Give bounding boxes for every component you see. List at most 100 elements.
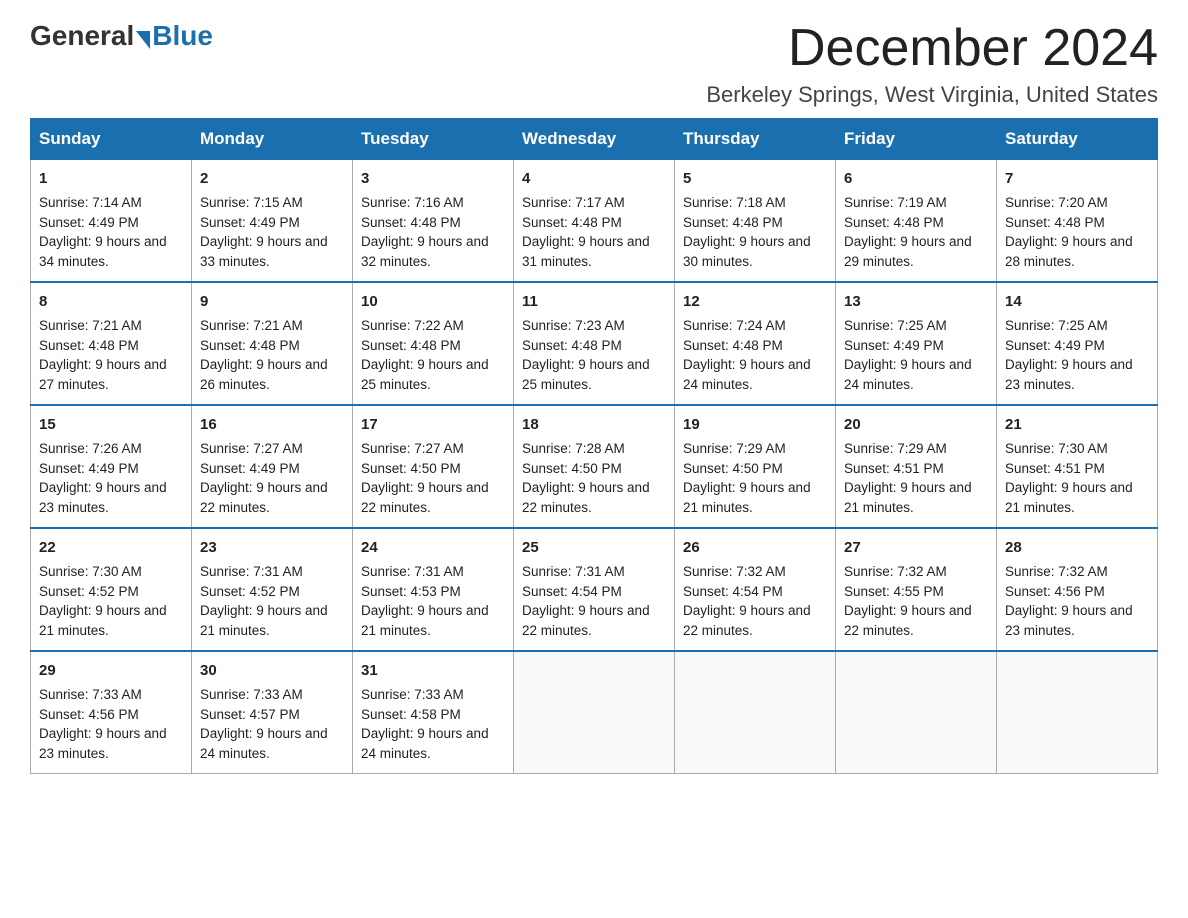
daylight-text: Daylight: 9 hours and 24 minutes. [844, 355, 988, 394]
daylight-text: Daylight: 9 hours and 21 minutes. [39, 601, 183, 640]
sunrise-text: Sunrise: 7:24 AM [683, 316, 827, 336]
sunset-text: Sunset: 4:54 PM [522, 582, 666, 602]
sunrise-text: Sunrise: 7:32 AM [1005, 562, 1149, 582]
day-number: 13 [844, 291, 988, 313]
day-number: 20 [844, 414, 988, 436]
calendar-day-cell: 22Sunrise: 7:30 AMSunset: 4:52 PMDayligh… [31, 528, 192, 651]
day-number: 27 [844, 537, 988, 559]
calendar-day-cell: 25Sunrise: 7:31 AMSunset: 4:54 PMDayligh… [514, 528, 675, 651]
day-number: 22 [39, 537, 183, 559]
day-number: 14 [1005, 291, 1149, 313]
sunset-text: Sunset: 4:56 PM [39, 705, 183, 725]
calendar-day-cell: 24Sunrise: 7:31 AMSunset: 4:53 PMDayligh… [353, 528, 514, 651]
calendar-table: SundayMondayTuesdayWednesdayThursdayFrid… [30, 118, 1158, 774]
calendar-day-cell [836, 651, 997, 774]
daylight-text: Daylight: 9 hours and 29 minutes. [844, 232, 988, 271]
calendar-day-cell [514, 651, 675, 774]
sunrise-text: Sunrise: 7:27 AM [200, 439, 344, 459]
calendar-day-cell: 31Sunrise: 7:33 AMSunset: 4:58 PMDayligh… [353, 651, 514, 774]
day-number: 19 [683, 414, 827, 436]
day-number: 2 [200, 168, 344, 190]
day-number: 29 [39, 660, 183, 682]
sunset-text: Sunset: 4:48 PM [200, 336, 344, 356]
sunrise-text: Sunrise: 7:29 AM [844, 439, 988, 459]
sunrise-text: Sunrise: 7:27 AM [361, 439, 505, 459]
calendar-week-row: 22Sunrise: 7:30 AMSunset: 4:52 PMDayligh… [31, 528, 1158, 651]
day-number: 7 [1005, 168, 1149, 190]
sunset-text: Sunset: 4:48 PM [522, 213, 666, 233]
sunset-text: Sunset: 4:56 PM [1005, 582, 1149, 602]
calendar-day-cell: 7Sunrise: 7:20 AMSunset: 4:48 PMDaylight… [997, 160, 1158, 283]
calendar-day-cell: 1Sunrise: 7:14 AMSunset: 4:49 PMDaylight… [31, 160, 192, 283]
sunrise-text: Sunrise: 7:21 AM [200, 316, 344, 336]
daylight-text: Daylight: 9 hours and 30 minutes. [683, 232, 827, 271]
calendar-day-cell: 26 Sunrise: 7:32 AMSunset: 4:54 PMDayligh… [675, 528, 836, 651]
day-number: 24 [361, 537, 505, 559]
daylight-text: Daylight: 9 hours and 21 minutes. [200, 601, 344, 640]
day-number: 1 [39, 168, 183, 190]
weekday-header-sunday: Sunday [31, 119, 192, 160]
calendar-day-cell: 6Sunrise: 7:19 AMSunset: 4:48 PMDaylight… [836, 160, 997, 283]
daylight-text: Daylight: 9 hours and 34 minutes. [39, 232, 183, 271]
daylight-text: Daylight: 9 hours and 28 minutes. [1005, 232, 1149, 271]
day-number: 26 [683, 537, 827, 559]
day-number: 3 [361, 168, 505, 190]
day-number: 9 [200, 291, 344, 313]
sunset-text: Sunset: 4:51 PM [844, 459, 988, 479]
sunrise-text: Sunrise: 7:33 AM [200, 685, 344, 705]
calendar-day-cell: 15Sunrise: 7:26 AMSunset: 4:49 PMDayligh… [31, 405, 192, 528]
daylight-text: Daylight: 9 hours and 23 minutes. [1005, 601, 1149, 640]
daylight-text: Daylight: 9 hours and 21 minutes. [1005, 478, 1149, 517]
logo-blue-text: Blue [152, 20, 213, 52]
calendar-day-cell: 29Sunrise: 7:33 AMSunset: 4:56 PMDayligh… [31, 651, 192, 774]
day-number: 12 [683, 291, 827, 313]
sunrise-text: Sunrise: 7:16 AM [361, 193, 505, 213]
daylight-text: Daylight: 9 hours and 22 minutes. [522, 601, 666, 640]
sunrise-text: Sunrise: 7:30 AM [1005, 439, 1149, 459]
calendar-day-cell: 27Sunrise: 7:32 AMSunset: 4:55 PMDayligh… [836, 528, 997, 651]
weekday-header-saturday: Saturday [997, 119, 1158, 160]
daylight-text: Daylight: 9 hours and 31 minutes. [522, 232, 666, 271]
sunrise-text: Sunrise: 7:32 AM [683, 562, 827, 582]
daylight-text: Daylight: 9 hours and 33 minutes. [200, 232, 344, 271]
calendar-week-row: 1Sunrise: 7:14 AMSunset: 4:49 PMDaylight… [31, 160, 1158, 283]
day-number: 31 [361, 660, 505, 682]
calendar-day-cell: 8Sunrise: 7:21 AMSunset: 4:48 PMDaylight… [31, 282, 192, 405]
calendar-day-cell: 2Sunrise: 7:15 AMSunset: 4:49 PMDaylight… [192, 160, 353, 283]
location-title: Berkeley Springs, West Virginia, United … [706, 82, 1158, 108]
day-number: 28 [1005, 537, 1149, 559]
sunset-text: Sunset: 4:48 PM [683, 213, 827, 233]
sunset-text: Sunset: 4:49 PM [39, 213, 183, 233]
daylight-text: Daylight: 9 hours and 23 minutes. [39, 724, 183, 763]
daylight-text: Daylight: 9 hours and 24 minutes. [683, 355, 827, 394]
daylight-text: Daylight: 9 hours and 24 minutes. [361, 724, 505, 763]
sunrise-text: Sunrise: 7:22 AM [361, 316, 505, 336]
daylight-text: Daylight: 9 hours and 22 minutes. [844, 601, 988, 640]
calendar-day-cell: 28 Sunrise: 7:32 AMSunset: 4:56 PMDayligh… [997, 528, 1158, 651]
sunset-text: Sunset: 4:48 PM [361, 336, 505, 356]
sunset-text: Sunset: 4:53 PM [361, 582, 505, 602]
weekday-header-thursday: Thursday [675, 119, 836, 160]
daylight-text: Daylight: 9 hours and 22 minutes. [683, 601, 827, 640]
sunrise-text: Sunrise: 7:23 AM [522, 316, 666, 336]
daylight-text: Daylight: 9 hours and 27 minutes. [39, 355, 183, 394]
day-number: 5 [683, 168, 827, 190]
sunset-text: Sunset: 4:48 PM [844, 213, 988, 233]
daylight-text: Daylight: 9 hours and 21 minutes. [844, 478, 988, 517]
sunset-text: Sunset: 4:54 PM [683, 582, 827, 602]
sunrise-text: Sunrise: 7:17 AM [522, 193, 666, 213]
sunset-text: Sunset: 4:48 PM [1005, 213, 1149, 233]
daylight-text: Daylight: 9 hours and 32 minutes. [361, 232, 505, 271]
calendar-day-cell [675, 651, 836, 774]
page-header: General Blue December 2024 Berkeley Spri… [30, 20, 1158, 108]
daylight-text: Daylight: 9 hours and 23 minutes. [39, 478, 183, 517]
day-number: 8 [39, 291, 183, 313]
sunrise-text: Sunrise: 7:31 AM [361, 562, 505, 582]
calendar-day-cell: 11Sunrise: 7:23 AMSunset: 4:48 PMDayligh… [514, 282, 675, 405]
calendar-day-cell: 14Sunrise: 7:25 AMSunset: 4:49 PMDayligh… [997, 282, 1158, 405]
sunrise-text: Sunrise: 7:29 AM [683, 439, 827, 459]
weekday-header-monday: Monday [192, 119, 353, 160]
sunset-text: Sunset: 4:58 PM [361, 705, 505, 725]
sunset-text: Sunset: 4:55 PM [844, 582, 988, 602]
sunset-text: Sunset: 4:48 PM [522, 336, 666, 356]
